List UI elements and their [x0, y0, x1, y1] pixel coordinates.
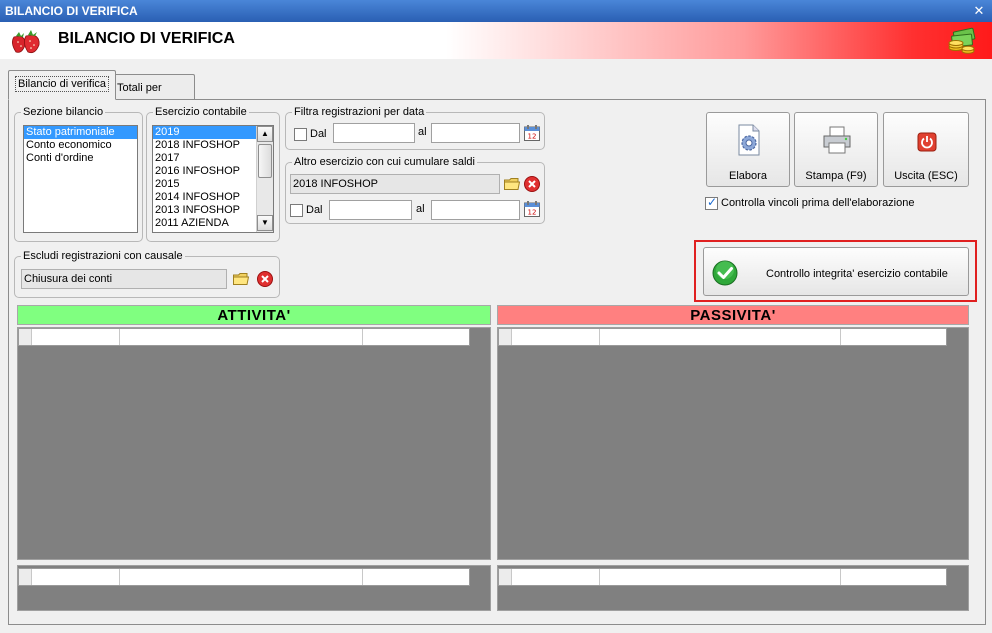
al-date-input[interactable]: [431, 200, 520, 220]
page-title: BILANCIO DI VERIFICA: [58, 30, 235, 47]
dal-label: Dal: [306, 204, 323, 216]
controlla-vincoli-label: Controlla vincoli prima dell'elaborazion…: [721, 197, 915, 209]
sezione-bilancio-list[interactable]: Stato patrimoniale Conto economico Conti…: [23, 125, 138, 233]
list-item[interactable]: 2017: [153, 152, 273, 165]
dal-label: Dal: [310, 128, 327, 140]
money-icon: [948, 27, 976, 54]
calendar-icon[interactable]: 12: [523, 200, 541, 218]
attivita-header: ATTIVITA': [17, 305, 491, 325]
list-item[interactable]: 2013 INFOSHOP: [153, 204, 273, 217]
scroll-thumb[interactable]: [258, 144, 272, 178]
list-item[interactable]: 2015: [153, 178, 273, 191]
strawberry-icon: [12, 30, 40, 54]
passivita-grid-header: [498, 328, 947, 346]
svg-text:12: 12: [528, 209, 537, 217]
passivita-totals-grid[interactable]: [497, 565, 969, 611]
controllo-integrita-button[interactable]: Controllo integrita' esercizio contabile: [703, 247, 969, 296]
sezione-bilancio-group: Sezione bilancio Stato patrimoniale Cont…: [14, 105, 143, 242]
button-label: Elabora: [729, 170, 767, 182]
dal-checkbox[interactable]: [294, 128, 307, 141]
uscita-button[interactable]: Uscita (ESC): [883, 112, 969, 187]
passivita-grid[interactable]: [497, 327, 969, 560]
svg-text:12: 12: [528, 133, 537, 141]
check-circle-icon: [712, 260, 738, 286]
altro-esercizio-field[interactable]: 2018 INFOSHOP: [290, 174, 500, 194]
altro-esercizio-group: Altro esercizio con cui cumulare saldi 2…: [285, 155, 545, 224]
gear-document-icon: [738, 124, 760, 156]
printer-icon: [823, 126, 851, 154]
group-label: Altro esercizio con cui cumulare saldi: [292, 155, 477, 169]
button-label: Stampa (F9): [805, 170, 867, 182]
al-label: al: [416, 203, 425, 215]
attivita-grid-header: [18, 328, 470, 346]
elabora-button[interactable]: Elabora: [706, 112, 790, 187]
attivita-totals-grid[interactable]: [17, 565, 491, 611]
list-item[interactable]: Conti d'ordine: [24, 152, 137, 165]
list-item[interactable]: 2016 INFOSHOP: [153, 165, 273, 178]
group-label: Filtra registrazioni per data: [292, 105, 427, 119]
stampa-button[interactable]: Stampa (F9): [794, 112, 878, 187]
close-icon[interactable]: ✕: [972, 0, 986, 22]
group-label: Sezione bilancio: [21, 105, 106, 119]
list-item[interactable]: 2018 INFOSHOP: [153, 139, 273, 152]
escludi-causale-group: Escludi registrazioni con causale Chiusu…: [14, 249, 280, 298]
scroll-down-icon[interactable]: ▼: [257, 215, 273, 231]
group-label: Escludi registrazioni con causale: [21, 249, 185, 263]
app-header: BILANCIO DI VERIFICA: [0, 22, 992, 59]
attivita-grid[interactable]: [17, 327, 491, 560]
causale-field[interactable]: Chiusura dei conti: [21, 269, 227, 289]
list-scrollbar[interactable]: ▲ ▼: [256, 126, 273, 232]
dal-date-input[interactable]: [333, 123, 415, 143]
list-item[interactable]: Conto economico: [24, 139, 137, 152]
passivita-header: PASSIVITA': [497, 305, 969, 325]
window-title-bar: BILANCIO DI VERIFICA: [0, 0, 992, 22]
dal-checkbox[interactable]: [290, 204, 303, 217]
list-item[interactable]: 2019: [153, 126, 256, 139]
power-icon: [917, 132, 937, 152]
window-title: BILANCIO DI VERIFICA: [5, 4, 138, 18]
folder-icon[interactable]: [503, 175, 521, 193]
filtra-data-group: Filtra registrazioni per data Dal al 12: [285, 105, 545, 150]
controlla-vincoli-checkbox[interactable]: [705, 195, 718, 210]
button-label: Controllo integrita' esercizio contabile: [766, 268, 948, 280]
tab-bilancio-di-verifica[interactable]: Bilancio di verifica: [8, 70, 117, 100]
tab-label: Bilancio di verifica: [15, 76, 110, 92]
group-label: Esercizio contabile: [153, 105, 249, 119]
calendar-icon[interactable]: 12: [523, 124, 541, 142]
list-item[interactable]: 2014 INFOSHOP: [153, 191, 273, 204]
esercizio-contabile-list[interactable]: 2019 2018 INFOSHOP 2017 2016 INFOSHOP 20…: [152, 125, 274, 233]
delete-icon[interactable]: [523, 175, 541, 193]
folder-icon[interactable]: [232, 270, 250, 288]
button-label: Uscita (ESC): [894, 170, 958, 182]
al-date-input[interactable]: [431, 123, 520, 143]
dal-date-input[interactable]: [329, 200, 412, 220]
scroll-up-icon[interactable]: ▲: [257, 126, 273, 142]
list-item[interactable]: 2011 AZIENDA: [153, 217, 273, 230]
delete-icon[interactable]: [256, 270, 274, 288]
passivita-totals-header: [498, 568, 947, 586]
list-item[interactable]: Stato patrimoniale: [24, 126, 137, 139]
tab-totali-per-mese[interactable]: Totali per mese: [110, 74, 195, 120]
al-label: al: [418, 126, 427, 138]
attivita-totals-header: [18, 568, 470, 586]
esercizio-contabile-group: Esercizio contabile 2019 2018 INFOSHOP 2…: [146, 105, 280, 242]
